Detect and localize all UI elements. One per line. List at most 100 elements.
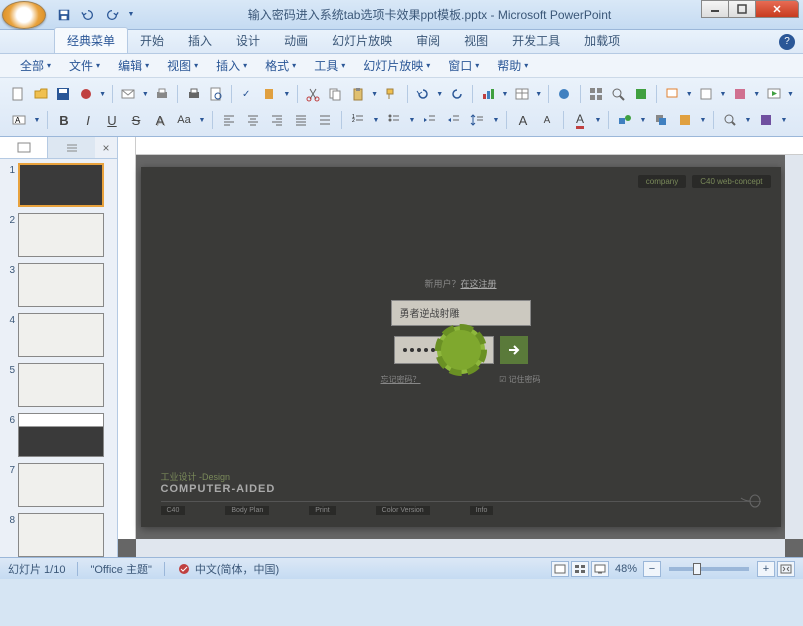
dropdown-icon[interactable]: ▼ xyxy=(282,91,291,98)
vertical-scrollbar[interactable] xyxy=(785,155,803,539)
run-icon[interactable] xyxy=(763,83,784,105)
tab-animation[interactable]: 动画 xyxy=(272,28,320,53)
outline-tab[interactable] xyxy=(48,137,95,158)
outdent-icon[interactable] xyxy=(419,109,441,131)
save-icon[interactable] xyxy=(54,5,74,25)
textbox-icon[interactable]: A xyxy=(8,109,30,131)
zoom-in-button[interactable]: + xyxy=(757,561,775,577)
menu-edit[interactable]: 编辑▾ xyxy=(110,54,157,77)
align-left-icon[interactable] xyxy=(218,109,240,131)
fit-window-button[interactable] xyxy=(777,561,795,577)
undo-icon[interactable] xyxy=(78,5,98,25)
menu-format[interactable]: 格式▾ xyxy=(257,54,304,77)
redo-icon[interactable] xyxy=(446,83,467,105)
dropdown-icon[interactable]: ▼ xyxy=(786,91,795,98)
help-icon[interactable]: ? xyxy=(779,34,795,50)
remember-checkbox[interactable]: ☑ 记住密码 xyxy=(499,374,540,385)
tab-insert[interactable]: 插入 xyxy=(176,28,224,53)
close-button[interactable] xyxy=(755,0,799,18)
save-icon[interactable] xyxy=(53,83,74,105)
table-icon[interactable] xyxy=(512,83,533,105)
layout-icon[interactable] xyxy=(696,83,717,105)
bold-icon[interactable]: B xyxy=(53,109,75,131)
menu-tools[interactable]: 工具▾ xyxy=(306,54,353,77)
username-input[interactable]: 勇者逆战射雕 xyxy=(391,300,531,326)
open-icon[interactable] xyxy=(31,83,52,105)
changecase-icon[interactable]: Aa xyxy=(173,109,195,131)
italic-icon[interactable]: I xyxy=(77,109,99,131)
vertical-ruler[interactable] xyxy=(118,137,136,539)
slide-indicator[interactable]: 幻灯片 1/10 xyxy=(8,561,65,577)
menu-slideshow[interactable]: 幻灯片放映▾ xyxy=(355,54,438,77)
dropdown-icon[interactable]: ▼ xyxy=(779,117,789,124)
dropdown-icon[interactable]: ▼ xyxy=(407,117,417,124)
paste-icon[interactable] xyxy=(347,83,368,105)
linespace-icon[interactable] xyxy=(467,109,489,131)
dropdown-icon[interactable]: ▼ xyxy=(370,91,379,98)
zoom-icon[interactable] xyxy=(608,83,629,105)
dropdown-icon[interactable]: ▼ xyxy=(534,91,543,98)
distribute-icon[interactable] xyxy=(314,109,336,131)
dropdown-icon[interactable]: ▼ xyxy=(685,91,694,98)
numbering-icon[interactable]: 12 xyxy=(347,109,369,131)
office-button[interactable] xyxy=(2,1,46,29)
dropdown-icon[interactable]: ▼ xyxy=(638,117,648,124)
quickstyle-icon[interactable] xyxy=(674,109,696,131)
indent-icon[interactable] xyxy=(443,109,465,131)
dropdown-icon[interactable]: ▼ xyxy=(698,117,708,124)
underline-icon[interactable]: U xyxy=(101,109,123,131)
dropdown-icon[interactable]: ▼ xyxy=(491,117,501,124)
new-icon[interactable] xyxy=(8,83,29,105)
dropdown-icon[interactable]: ▼ xyxy=(500,91,509,98)
menu-help[interactable]: 帮助▾ xyxy=(489,54,536,77)
qat-dropdown-icon[interactable]: ▼ xyxy=(126,5,136,25)
color-icon[interactable] xyxy=(631,83,652,105)
fontsize-dec-icon[interactable]: A xyxy=(536,109,558,131)
normal-view-button[interactable] xyxy=(551,561,569,577)
dropdown-icon[interactable]: ▼ xyxy=(197,117,207,124)
justify-icon[interactable] xyxy=(290,109,312,131)
arrange-icon[interactable] xyxy=(650,109,672,131)
slide-canvas[interactable]: company C40 web-concept 新用户？在这注册 勇者逆战射雕 xyxy=(141,167,781,527)
menu-view[interactable]: 视图▾ xyxy=(159,54,206,77)
quickprint-icon[interactable] xyxy=(152,83,173,105)
zoom-out-button[interactable]: − xyxy=(643,561,661,577)
thumbnail-8[interactable]: 8 xyxy=(4,513,113,557)
tab-classic-menu[interactable]: 经典菜单 xyxy=(54,27,128,53)
language-indicator[interactable]: 中文(简体，中国) xyxy=(177,561,279,577)
research-icon[interactable] xyxy=(260,83,281,105)
dropdown-icon[interactable]: ▼ xyxy=(141,91,150,98)
slide-viewport[interactable]: company C40 web-concept 新用户？在这注册 勇者逆战射雕 xyxy=(136,155,785,539)
bullets-icon[interactable] xyxy=(383,109,405,131)
shapes-icon[interactable] xyxy=(614,109,636,131)
panel-close-icon[interactable]: × xyxy=(95,137,117,158)
fontcolor-icon[interactable]: A xyxy=(569,109,591,131)
copy-icon[interactable] xyxy=(325,83,346,105)
email-icon[interactable] xyxy=(118,83,139,105)
dropdown-icon[interactable]: ▼ xyxy=(743,117,753,124)
preview-icon[interactable] xyxy=(206,83,227,105)
menu-all[interactable]: 全部▾ xyxy=(12,54,59,77)
submit-button[interactable] xyxy=(500,336,528,364)
redo-icon[interactable] xyxy=(102,5,122,25)
newslide-icon[interactable] xyxy=(662,83,683,105)
undo-icon[interactable] xyxy=(413,83,434,105)
spellcheck-icon[interactable]: ✓ xyxy=(237,83,258,105)
tab-addins[interactable]: 加载项 xyxy=(572,28,632,53)
print-icon[interactable] xyxy=(183,83,204,105)
tab-home[interactable]: 开始 xyxy=(128,28,176,53)
design-icon[interactable] xyxy=(730,83,751,105)
align-right-icon[interactable] xyxy=(266,109,288,131)
dropdown-icon[interactable]: ▼ xyxy=(98,91,107,98)
grid-icon[interactable] xyxy=(586,83,607,105)
align-center-icon[interactable] xyxy=(242,109,264,131)
dropdown-icon[interactable]: ▼ xyxy=(752,91,761,98)
menu-window[interactable]: 窗口▾ xyxy=(440,54,487,77)
dropdown-icon[interactable]: ▼ xyxy=(718,91,727,98)
horizontal-scrollbar[interactable] xyxy=(136,539,785,557)
sorter-view-button[interactable] xyxy=(571,561,589,577)
menu-insert[interactable]: 插入▾ xyxy=(208,54,255,77)
tab-design[interactable]: 设计 xyxy=(224,28,272,53)
horizontal-ruler[interactable] xyxy=(136,137,803,155)
thumbnail-3[interactable]: 3 xyxy=(4,263,113,307)
